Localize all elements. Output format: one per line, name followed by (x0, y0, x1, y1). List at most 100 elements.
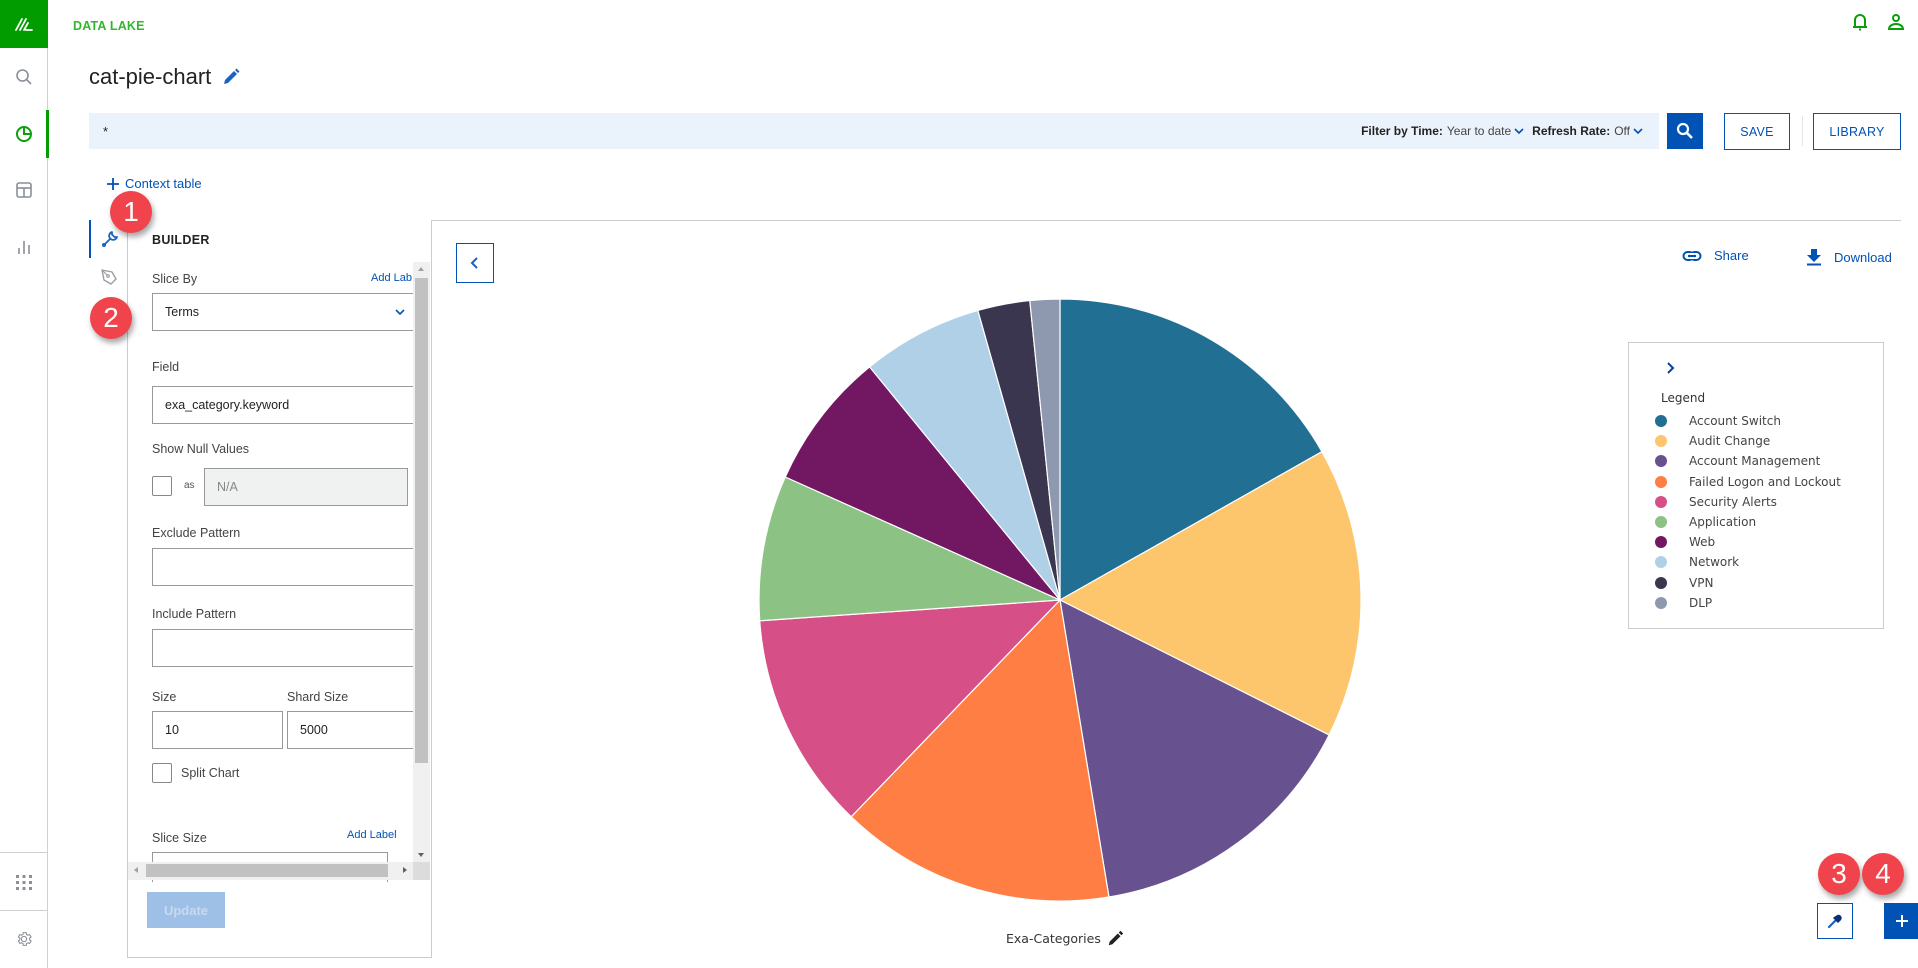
slice-size-add-label-link[interactable]: Add Label (347, 829, 397, 841)
rail-item-visualize[interactable] (0, 110, 49, 158)
legend-label: Application (1689, 515, 1757, 530)
legend-item[interactable]: Application (1655, 512, 1841, 532)
show-null-label: Show Null Values (152, 442, 250, 456)
pen-nib-icon (100, 269, 117, 285)
plus-icon (107, 177, 119, 190)
legend-toggle-button[interactable] (1665, 361, 1675, 379)
scroll-left-arrow[interactable] (134, 867, 138, 873)
builder-title: BUILDER (152, 233, 210, 247)
legend-item[interactable]: Audit Change (1655, 431, 1841, 451)
legend-swatch (1655, 516, 1667, 529)
search-icon (1676, 122, 1693, 139)
rail-item-dashboards[interactable] (0, 170, 48, 210)
field-input[interactable]: exa_category.keyword (152, 386, 422, 424)
size-input[interactable]: 10 (152, 711, 283, 749)
slice-by-add-label-link[interactable]: Add Lab (371, 272, 412, 284)
notifications-button[interactable] (1850, 12, 1870, 37)
pie-chart (758, 298, 1362, 902)
library-button[interactable]: LIBRARY (1813, 113, 1901, 150)
legend-item[interactable]: Web (1655, 532, 1841, 552)
legend-item[interactable]: VPN (1655, 573, 1841, 593)
app-name: DATA LAKE (73, 19, 145, 33)
save-button[interactable]: SAVE (1724, 113, 1790, 150)
update-button[interactable]: Update (147, 892, 225, 928)
filter-time-value: Year to date (1446, 124, 1512, 138)
color-picker-button[interactable] (1817, 903, 1853, 939)
legend-swatch (1655, 576, 1667, 589)
scroll-down-arrow[interactable] (418, 853, 424, 857)
pencil-icon (1108, 930, 1124, 946)
add-context-table-link[interactable]: Context table (107, 176, 202, 191)
scroll-right-arrow[interactable] (403, 867, 407, 873)
shard-size-label: Shard Size (287, 690, 349, 704)
share-link[interactable]: Share (1682, 248, 1749, 263)
builder-form: Slice By Add Lab Terms Field exa_categor… (128, 262, 431, 882)
vertical-scrollbar[interactable] (413, 262, 430, 862)
rail-item-settings[interactable] (0, 919, 48, 959)
plus-icon (1896, 915, 1908, 927)
rail-divider (0, 852, 48, 853)
horizontal-scroll-thumb[interactable] (146, 864, 388, 877)
vertical-scroll-thumb[interactable] (415, 278, 428, 763)
legend-item[interactable]: Account Management (1655, 451, 1841, 471)
edit-chart-title-button[interactable] (1107, 929, 1125, 947)
step-badge-4: 4 (1862, 853, 1904, 895)
gear-icon (17, 932, 32, 946)
include-pattern-input[interactable] (152, 629, 422, 667)
refresh-rate-value: Off (1614, 124, 1630, 138)
legend-item[interactable]: Failed Logon and Lockout (1655, 472, 1841, 492)
null-value-input[interactable]: N/A (204, 468, 408, 506)
refresh-rate-label: Refresh Rate: (1532, 124, 1611, 138)
legend-item[interactable]: DLP (1655, 593, 1841, 613)
legend-item[interactable]: Account Switch (1655, 411, 1841, 431)
shard-size-input[interactable]: 5000 (287, 711, 417, 749)
rail-item-apps[interactable] (0, 862, 48, 902)
legend-swatch (1655, 475, 1667, 488)
wrench-icon (101, 231, 118, 248)
bar-chart-icon (18, 241, 30, 254)
slice-by-value: Terms (165, 305, 200, 319)
legend-label: Network (1689, 555, 1740, 570)
query-bar: Filter by Time: Year to date Refresh Rat… (89, 113, 1659, 149)
legend-swatch (1655, 415, 1667, 428)
scroll-up-arrow[interactable] (418, 267, 424, 271)
active-indicator (46, 110, 49, 158)
link-icon (1682, 250, 1702, 261)
slice-by-select[interactable]: Terms (152, 293, 414, 331)
chevron-down-icon (1633, 128, 1643, 135)
query-input[interactable] (103, 113, 1003, 149)
horizontal-scrollbar[interactable] (128, 862, 413, 880)
as-label: as (184, 480, 195, 491)
legend-label: DLP (1689, 595, 1713, 610)
add-button[interactable] (1884, 903, 1918, 939)
field-label: Field (152, 360, 180, 374)
legend-swatch (1655, 596, 1667, 609)
legend-item[interactable]: Security Alerts (1655, 492, 1841, 512)
edit-title-button[interactable] (221, 67, 241, 87)
show-null-checkbox[interactable] (152, 476, 172, 496)
legend-swatch (1655, 495, 1667, 508)
split-chart-checkbox[interactable] (152, 763, 172, 783)
legend-label: Web (1689, 535, 1716, 550)
chevron-left-icon (470, 257, 478, 269)
scroll-corner (413, 862, 430, 880)
legend-label: Account Switch (1689, 414, 1781, 429)
search-button[interactable] (1667, 113, 1703, 149)
slice-size-label: Slice Size (152, 831, 207, 845)
search-icon (16, 69, 32, 85)
app-logo[interactable] (0, 0, 48, 48)
rail-item-search[interactable] (0, 57, 48, 97)
shard-size-value: 5000 (300, 723, 328, 737)
collapse-builder-button[interactable] (456, 243, 494, 283)
legend: Legend Account Switch Audit Change Account… (1628, 342, 1884, 629)
rail-item-reports[interactable] (0, 227, 48, 267)
user-menu-button[interactable] (1886, 12, 1906, 37)
tab-style[interactable] (89, 258, 128, 296)
filter-time-dropdown[interactable]: Year to date (1447, 124, 1524, 138)
share-label: Share (1714, 248, 1749, 263)
refresh-rate-dropdown[interactable]: Off (1614, 124, 1643, 138)
legend-item[interactable]: Network (1655, 552, 1841, 572)
download-link[interactable]: Download (1806, 248, 1892, 266)
button-separator (1802, 116, 1803, 146)
exclude-pattern-input[interactable] (152, 548, 422, 586)
